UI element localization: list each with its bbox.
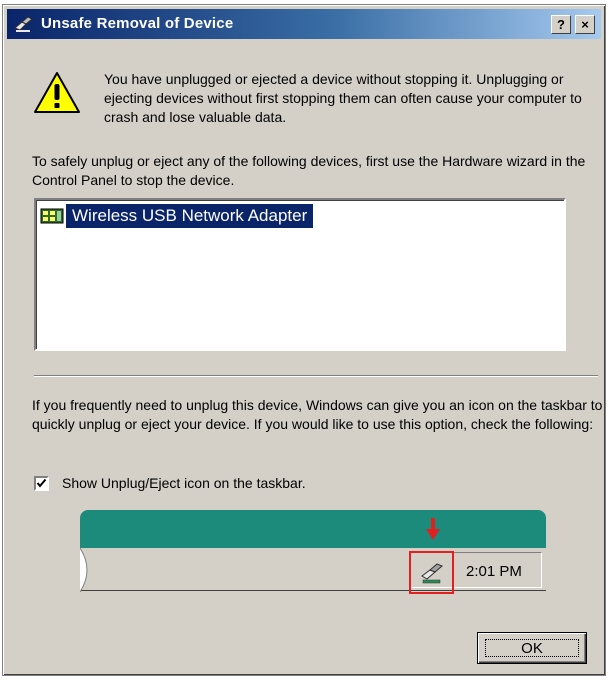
taskbar-edge — [80, 548, 88, 592]
separator — [34, 375, 598, 377]
warning-icon — [34, 72, 80, 113]
warning-message: You have unplugged or ejected a device w… — [104, 71, 582, 125]
device-listbox[interactable]: Wireless USB Network Adapter — [34, 198, 566, 351]
show-icon-checkbox[interactable] — [34, 476, 49, 491]
arrow-down-icon — [426, 518, 440, 540]
title-bar[interactable]: Unsafe Removal of Device ? × — [7, 9, 601, 39]
instruction-message: To safely unplug or eject any of the fol… — [32, 153, 586, 188]
ok-button-label: OK — [485, 639, 579, 657]
checkmark-icon — [36, 478, 47, 488]
device-label: Wireless USB Network Adapter — [66, 204, 314, 228]
tray-icon-highlight — [409, 551, 454, 594]
network-adapter-icon — [40, 208, 64, 224]
taskbar-clock: 2:01 PM — [466, 563, 522, 580]
help-button[interactable]: ? — [551, 15, 571, 34]
unplug-eject-icon — [14, 16, 33, 32]
frequent-unplug-message: If you frequently need to unplug this de… — [32, 397, 603, 432]
window-title: Unsafe Removal of Device — [41, 15, 234, 32]
taskbar-preview-background — [80, 510, 546, 548]
show-icon-label[interactable]: Show Unplug/Eject icon on the taskbar. — [62, 474, 306, 493]
ok-button[interactable]: OK — [477, 632, 587, 664]
close-button[interactable]: × — [575, 15, 595, 34]
